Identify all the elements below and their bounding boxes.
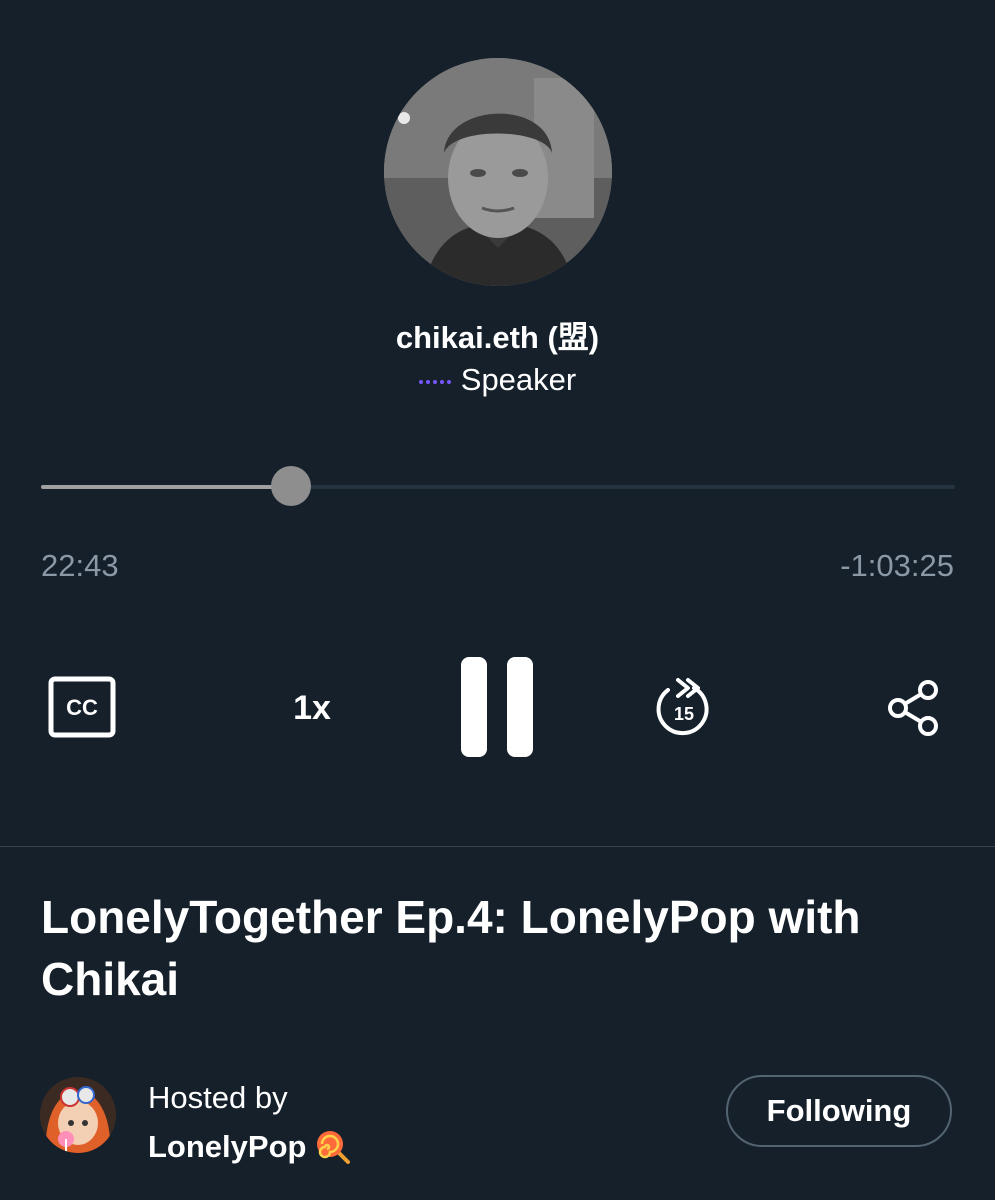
skip-forward-15-icon: 15 (656, 678, 709, 736)
host-avatar-image (40, 1077, 116, 1153)
host-avatar[interactable] (40, 1077, 116, 1153)
host-name[interactable]: LonelyPop (148, 1129, 306, 1165)
speaking-indicator-icon (418, 380, 451, 384)
speaker-name: chikai.eth (盟) (395, 320, 600, 355)
cc-icon: CC (48, 676, 116, 738)
skip-seconds-label: 15 (674, 704, 694, 724)
section-divider (0, 846, 995, 847)
playback-speed-button[interactable]: 1x (272, 680, 352, 736)
speaker-photo (384, 58, 612, 286)
following-button[interactable]: Following (726, 1075, 952, 1147)
progress-handle[interactable] (271, 466, 312, 506)
time-elapsed: 22:43 (41, 548, 119, 583)
skip-forward-button[interactable]: 15 (652, 676, 716, 740)
pause-icon-bar (507, 657, 533, 757)
share-button[interactable] (882, 678, 944, 738)
time-remaining: -1:03:25 (840, 548, 954, 583)
pause-icon (461, 657, 487, 757)
hosted-by-label: Hosted by (148, 1080, 288, 1115)
space-title: LonelyTogether Ep.4: LonelyPop with Chik… (41, 891, 861, 1005)
captions-label: CC (66, 695, 98, 720)
speaker-role-row: Speaker (0, 362, 995, 398)
captions-button[interactable]: CC (48, 676, 116, 738)
speaker-avatar[interactable] (384, 58, 612, 286)
space-player-screen: chikai.eth (盟) Speaker 22:43 -1:03:25 CC… (0, 0, 995, 1200)
lollipop-icon (317, 1131, 351, 1164)
progress-fill (41, 485, 292, 489)
host-name-row: LonelyPop (148, 1128, 352, 1166)
progress-slider[interactable] (41, 466, 955, 506)
share-icon (888, 680, 938, 736)
speaker-role: Speaker (460, 362, 577, 397)
pause-button[interactable] (455, 655, 539, 759)
